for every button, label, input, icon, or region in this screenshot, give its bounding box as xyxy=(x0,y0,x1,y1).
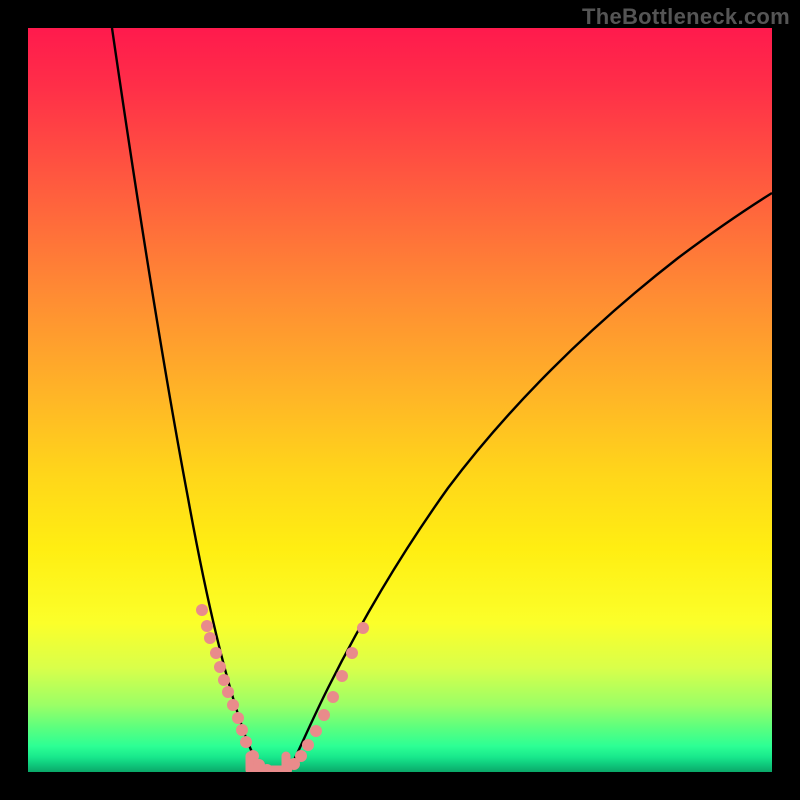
chart-svg xyxy=(28,28,772,772)
chart-frame: TheBottleneck.com xyxy=(0,0,800,800)
right-curve xyxy=(288,193,772,772)
left-curve xyxy=(112,28,264,772)
watermark-text: TheBottleneck.com xyxy=(582,4,790,30)
dot-band-left xyxy=(196,604,273,772)
plot-area xyxy=(28,28,772,772)
